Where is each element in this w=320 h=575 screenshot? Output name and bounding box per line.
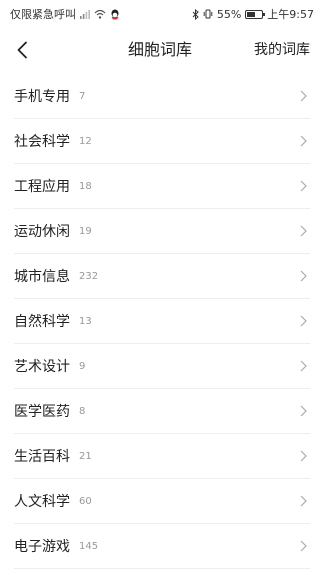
chevron-right-icon [300,495,307,507]
category-count: 7 [79,91,86,102]
category-row[interactable]: 人文科学 60 [14,479,310,524]
battery-percent: 55% [216,7,242,21]
status-bar: 仅限紧急呼叫 55% 上午9:57 [0,0,320,28]
category-name: 自然科学 [14,314,70,330]
category-row[interactable]: 手机专用 7 [14,74,310,119]
category-count: 9 [79,361,86,372]
wifi-icon [94,9,106,19]
category-name: 医学医药 [14,404,70,420]
category-row[interactable]: 电子游戏 145 [14,524,310,569]
category-count: 19 [79,226,92,237]
category-count: 21 [79,451,92,462]
bluetooth-icon [192,8,199,20]
chevron-right-icon [300,450,307,462]
battery-fill [247,11,256,17]
category-count: 60 [79,496,92,507]
category-count: 18 [79,181,92,192]
signal-icon [80,9,90,19]
category-row[interactable]: 城市信息 232 [14,254,310,299]
category-name: 社会科学 [14,134,70,150]
vibrate-icon [203,9,213,19]
category-name: 城市信息 [14,269,70,285]
category-name: 人文科学 [14,494,70,510]
status-left: 仅限紧急呼叫 [10,6,120,22]
chevron-right-icon [300,90,307,102]
chevron-right-icon [300,405,307,417]
category-name: 电子游戏 [14,539,70,555]
category-count: 145 [79,541,99,552]
category-row[interactable]: 社会科学 12 [14,119,310,164]
category-list: 手机专用 7 社会科学 12 工程应用 18 运动休闲 19 城市信息 232 自然科学 13 艺术设计… [0,74,320,569]
chevron-right-icon [300,540,307,552]
chevron-right-icon [300,315,307,327]
category-row[interactable]: 生活百科 21 [14,434,310,479]
category-count: 12 [79,136,92,147]
status-time: 上午9:57 [267,8,314,21]
category-name: 工程应用 [14,179,70,195]
chevron-right-icon [300,360,307,372]
chevron-right-icon [300,270,307,282]
category-row[interactable]: 医学医药 8 [14,389,310,434]
chevron-right-icon [300,180,307,192]
category-row[interactable]: 工程应用 18 [14,164,310,209]
category-count: 232 [79,271,99,282]
category-row[interactable]: 艺术设计 9 [14,344,310,389]
category-count: 13 [79,316,92,327]
category-count: 8 [79,406,86,417]
category-name: 运动休闲 [14,224,70,240]
chevron-right-icon [300,225,307,237]
category-row[interactable]: 自然科学 13 [14,299,310,344]
category-name: 艺术设计 [14,359,70,375]
header: 细胞词库 我的词库 [0,28,320,72]
category-name: 生活百科 [14,449,70,465]
category-row[interactable]: 运动休闲 19 [14,209,310,254]
category-name: 手机专用 [14,89,70,105]
status-right: 55% 上午9:57 [192,6,314,22]
status-carrier-text: 仅限紧急呼叫 [10,8,76,21]
chevron-right-icon [300,135,307,147]
qq-icon [110,9,120,20]
my-dictionary-button[interactable]: 我的词库 [254,28,310,72]
battery-icon [245,9,266,19]
